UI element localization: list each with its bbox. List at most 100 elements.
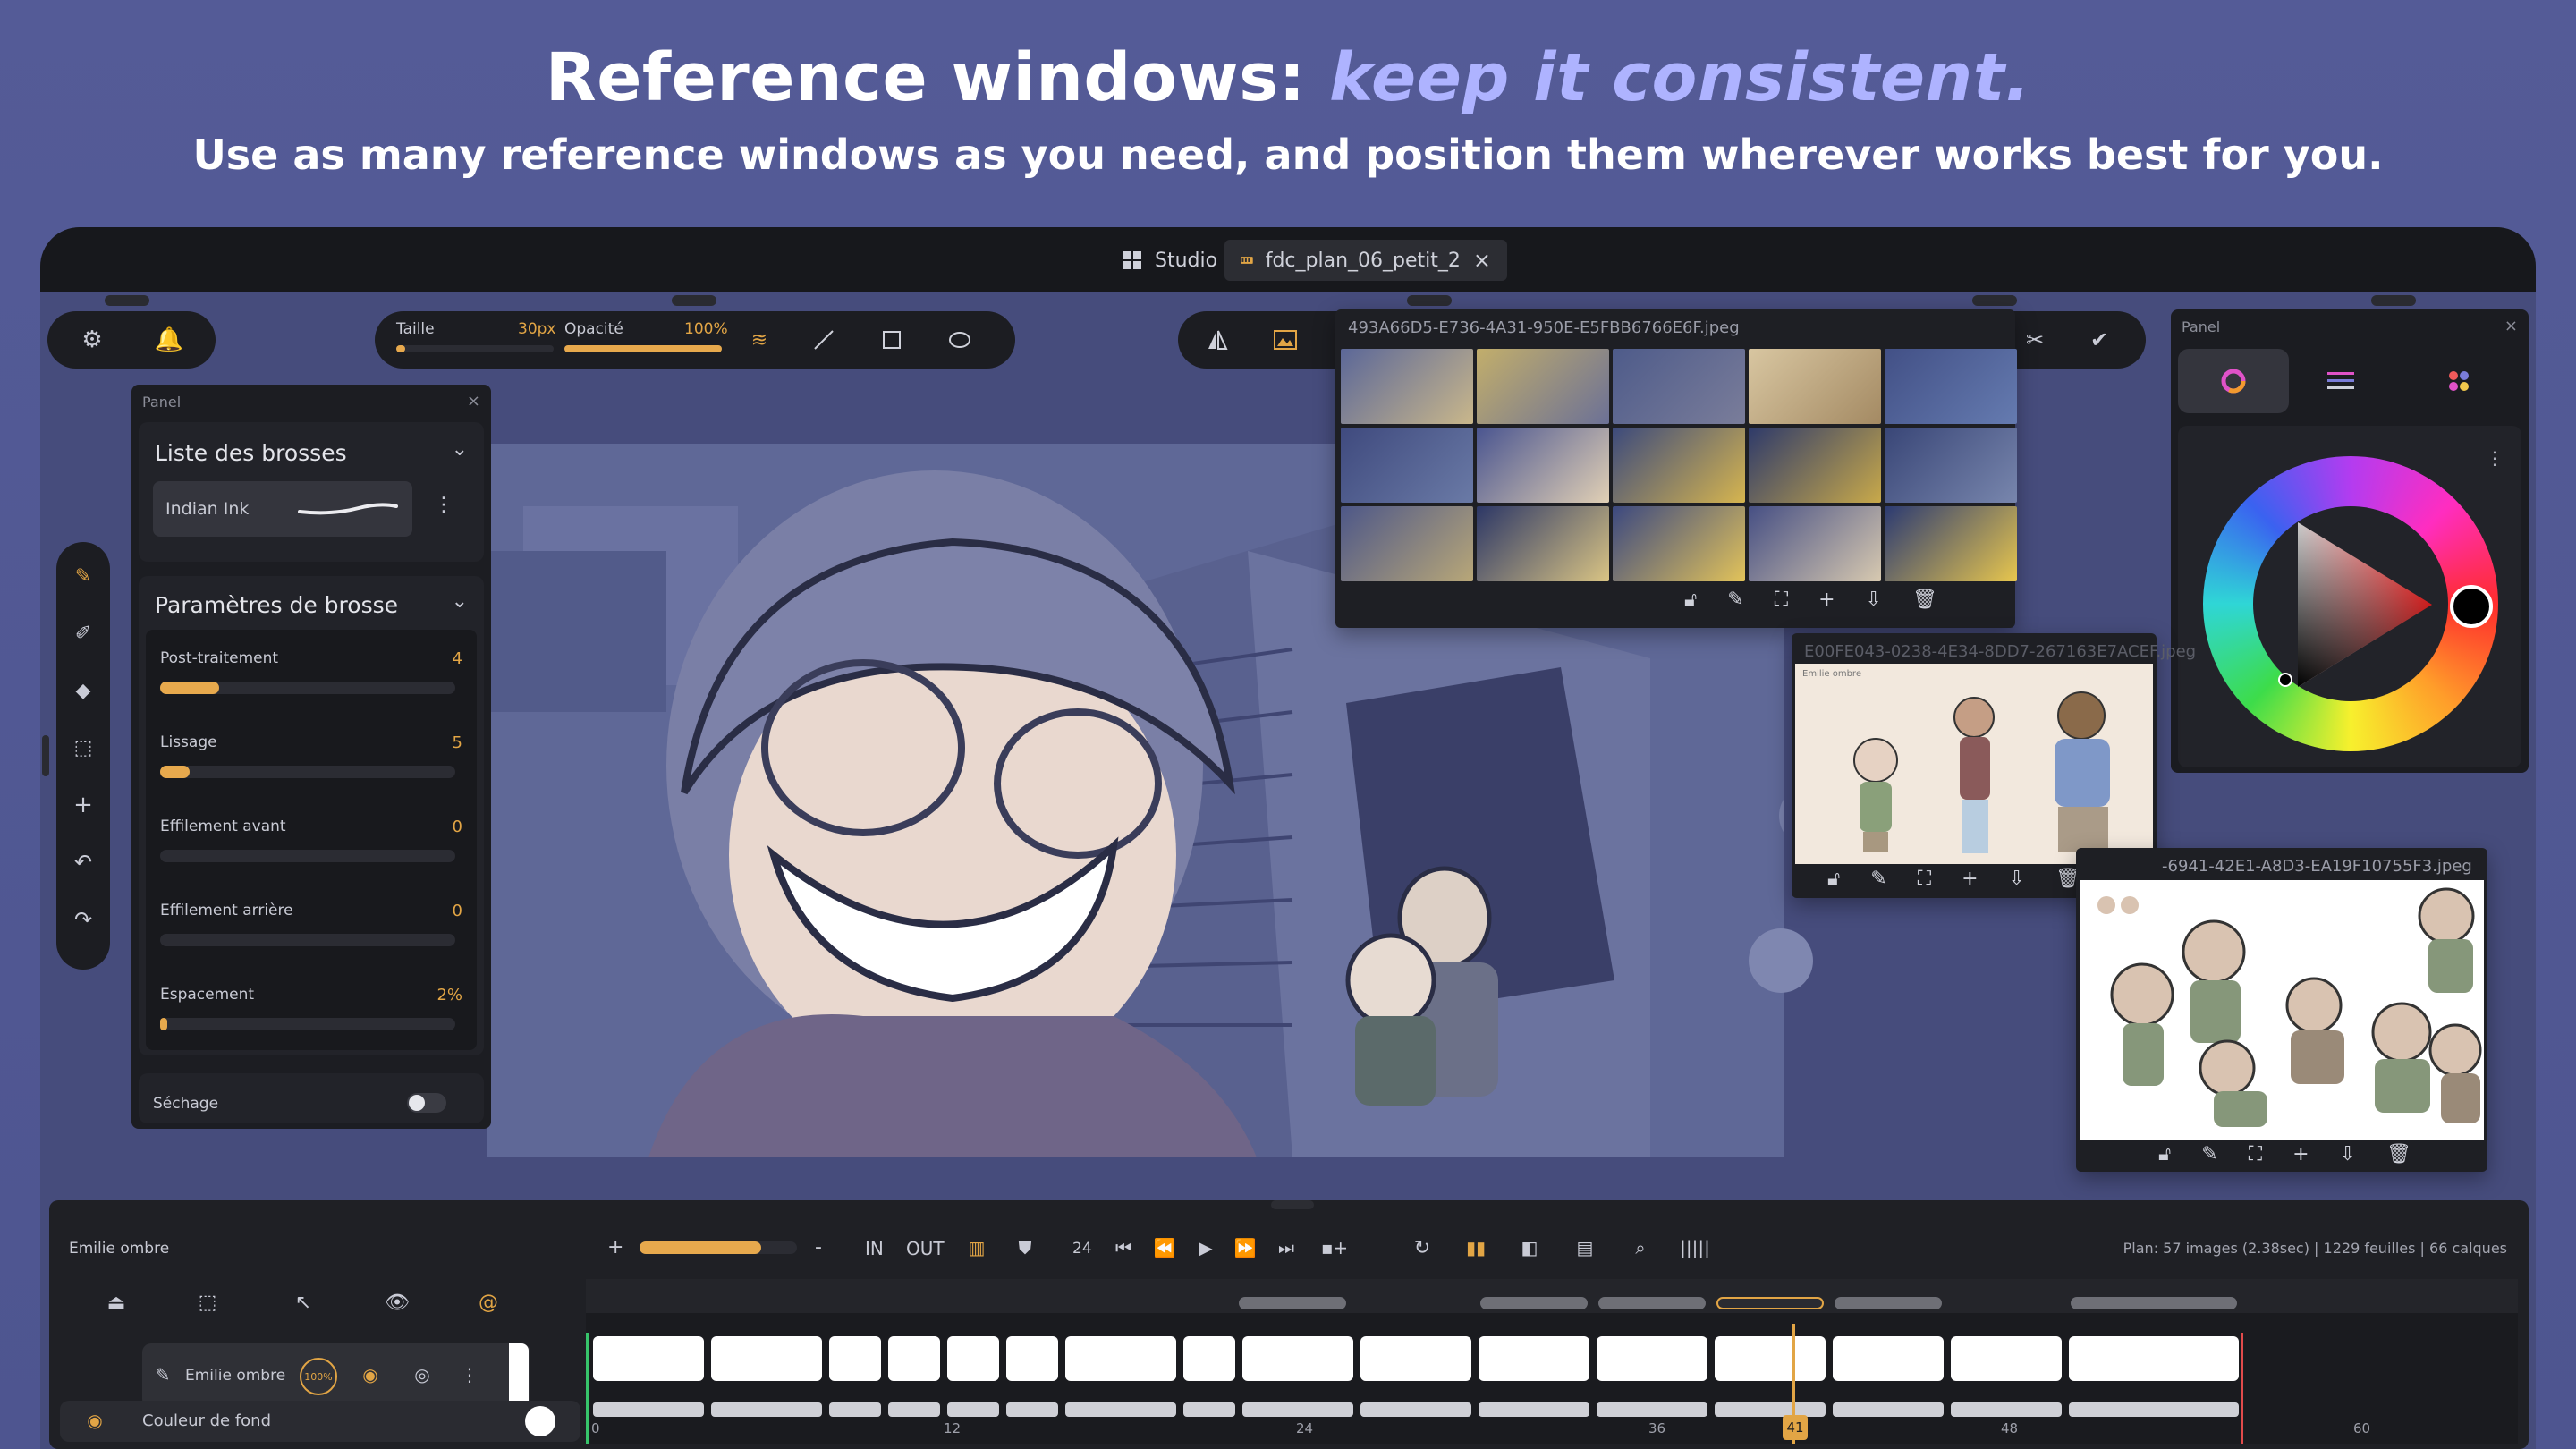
drag-handle[interactable] bbox=[1972, 295, 2017, 306]
add-frame-icon[interactable]: ▪+ bbox=[1319, 1236, 1350, 1259]
add-icon[interactable]: + bbox=[2292, 1143, 2309, 1165]
bell-icon[interactable]: 🔔 bbox=[155, 326, 183, 353]
fit-icon[interactable]: ⛶ bbox=[1775, 589, 1788, 611]
frame-cell[interactable] bbox=[888, 1336, 940, 1381]
layer-add-icon[interactable]: ⏏ bbox=[103, 1290, 130, 1315]
background-color-swatch[interactable] bbox=[525, 1406, 555, 1436]
add-icon[interactable]: + bbox=[71, 792, 96, 818]
film-icon[interactable]: ▤ bbox=[1570, 1236, 1600, 1259]
edit-icon[interactable]: ✎ bbox=[1870, 868, 1886, 890]
frame-cell[interactable] bbox=[829, 1402, 881, 1417]
play-icon[interactable]: ▶ bbox=[1192, 1236, 1219, 1259]
close-icon[interactable]: × bbox=[1473, 248, 1491, 273]
pressure-icon[interactable]: ≋ bbox=[747, 327, 772, 352]
frame-cell[interactable] bbox=[1065, 1402, 1176, 1417]
fps-value[interactable]: 24 bbox=[1072, 1240, 1092, 1258]
color-triangle[interactable] bbox=[2253, 506, 2448, 701]
reference-window[interactable]: 493A66D5-E736-4A31-950E-E5FBB6766E6F.jpe… bbox=[1335, 309, 2017, 628]
frame-cell[interactable] bbox=[1065, 1336, 1176, 1381]
close-icon[interactable]: × bbox=[467, 392, 480, 411]
frame-cell[interactable] bbox=[1951, 1336, 2062, 1381]
more-icon[interactable]: ⋮ bbox=[2486, 447, 2504, 469]
cursor-icon[interactable]: ↖ bbox=[291, 1290, 316, 1315]
zoom-slider[interactable] bbox=[640, 1241, 797, 1254]
color-wheel-tab[interactable] bbox=[2178, 349, 2289, 413]
param-slider[interactable] bbox=[160, 850, 455, 862]
lock-icon[interactable]: 🔓︎ bbox=[1827, 868, 1840, 890]
opacity-slider[interactable] bbox=[564, 345, 722, 352]
minus-icon[interactable]: - bbox=[815, 1236, 822, 1258]
frame-cell[interactable] bbox=[1242, 1402, 1353, 1417]
more-icon[interactable]: ⋮ bbox=[434, 494, 453, 516]
frame-cell[interactable] bbox=[1479, 1336, 1589, 1381]
out-button[interactable]: OUT bbox=[906, 1238, 945, 1259]
frame-cell[interactable] bbox=[1833, 1402, 1944, 1417]
drag-handle[interactable] bbox=[1271, 1200, 1314, 1209]
size-slider[interactable] bbox=[396, 345, 554, 352]
frame-cell[interactable] bbox=[1006, 1402, 1058, 1417]
frame-cell[interactable] bbox=[829, 1336, 881, 1381]
frame-cell[interactable] bbox=[1479, 1402, 1589, 1417]
scissors-icon[interactable]: ✂ bbox=[2022, 327, 2047, 352]
add-icon[interactable]: + bbox=[1818, 589, 1835, 611]
line-tool-icon[interactable] bbox=[813, 329, 835, 351]
out-marker[interactable] bbox=[2241, 1333, 2243, 1444]
color-cursor[interactable] bbox=[2278, 673, 2292, 687]
chevron-down-icon[interactable]: ⌄ bbox=[452, 438, 468, 461]
canvas-area[interactable]: ⚙ 🔔 Taille 30px Opacité 100% ≋ ✂ ✔ ✎ ✐ ◆… bbox=[40, 292, 2536, 1449]
frame-cell[interactable] bbox=[1715, 1402, 1826, 1417]
close-icon[interactable]: × bbox=[2504, 317, 2518, 335]
frame-select-icon[interactable]: ⬚ bbox=[192, 1290, 223, 1315]
add-icon[interactable]: + bbox=[607, 1236, 623, 1258]
loop-icon[interactable]: ▥ bbox=[962, 1236, 992, 1259]
drying-toggle[interactable] bbox=[407, 1093, 446, 1113]
step-back-icon[interactable]: ⏪ bbox=[1151, 1236, 1178, 1259]
frame-cell[interactable] bbox=[888, 1402, 940, 1417]
frame-cell[interactable] bbox=[1360, 1402, 1471, 1417]
frame-cell[interactable] bbox=[1006, 1336, 1058, 1381]
in-button[interactable]: IN bbox=[865, 1238, 884, 1259]
frame-cell[interactable] bbox=[1597, 1402, 1707, 1417]
param-slider[interactable] bbox=[160, 682, 455, 694]
pencil-icon[interactable]: ✎ bbox=[71, 564, 96, 589]
trash-icon[interactable]: 🗑︎ bbox=[2386, 1143, 2411, 1165]
frame-cell[interactable] bbox=[1360, 1336, 1471, 1381]
undo-icon[interactable]: ↶ bbox=[71, 850, 96, 875]
ellipse-tool-icon[interactable] bbox=[947, 329, 972, 351]
brush-item[interactable]: Indian Ink bbox=[153, 481, 412, 537]
frame-cell[interactable] bbox=[947, 1402, 999, 1417]
split-icon[interactable]: ◧ bbox=[1514, 1236, 1545, 1259]
search-icon[interactable]: ⌕ bbox=[1623, 1236, 1657, 1259]
chevron-down-icon[interactable]: ⌄ bbox=[452, 590, 468, 613]
frame-cell[interactable] bbox=[1242, 1336, 1353, 1381]
sliders-icon[interactable] bbox=[2326, 367, 2355, 395]
param-slider[interactable] bbox=[160, 766, 455, 778]
frame-cell[interactable] bbox=[711, 1336, 822, 1381]
skip-end-icon[interactable]: ⏭ bbox=[1273, 1236, 1300, 1259]
gear-icon[interactable]: ⚙ bbox=[80, 326, 105, 353]
frame-cell[interactable] bbox=[593, 1336, 704, 1381]
drag-handle[interactable] bbox=[1407, 295, 1452, 306]
swatches-icon[interactable] bbox=[2445, 367, 2473, 395]
spiral-icon[interactable]: @ bbox=[475, 1290, 502, 1315]
frame-cell[interactable] bbox=[1597, 1336, 1707, 1381]
frame-cell[interactable] bbox=[2069, 1336, 2239, 1381]
shield-icon[interactable]: ⛊ bbox=[1013, 1236, 1037, 1259]
drag-handle[interactable] bbox=[2371, 295, 2416, 306]
frame-track[interactable]: 0 12 24 36 48 60 41 bbox=[586, 1279, 2518, 1444]
more-icon[interactable]: ⋮ bbox=[461, 1363, 479, 1386]
fill-icon[interactable]: ◆ bbox=[71, 678, 96, 703]
background-layer-row[interactable]: ◉ Couleur de fond bbox=[60, 1401, 580, 1442]
import-icon[interactable]: ⇩ bbox=[2009, 868, 2025, 890]
opacity-badge[interactable]: 100% bbox=[300, 1358, 337, 1395]
frame-cell[interactable] bbox=[947, 1336, 999, 1381]
eye-icon[interactable]: ◉ bbox=[81, 1408, 108, 1433]
in-marker[interactable] bbox=[586, 1333, 589, 1444]
skip-start-icon[interactable]: ⏮ bbox=[1110, 1236, 1137, 1259]
frame-cell[interactable] bbox=[1833, 1336, 1944, 1381]
fit-icon[interactable]: ⛶ bbox=[1918, 868, 1931, 890]
reference-window[interactable]: -6941-42E1-A8D3-EA19F10755F3.jpeg 🔓︎ ✎ ⛶ bbox=[2076, 848, 2487, 1172]
eye-icon[interactable]: ◉ bbox=[357, 1363, 384, 1386]
frame-cell[interactable] bbox=[2069, 1402, 2239, 1417]
trash-icon[interactable]: 🗑︎ bbox=[1912, 589, 1937, 611]
